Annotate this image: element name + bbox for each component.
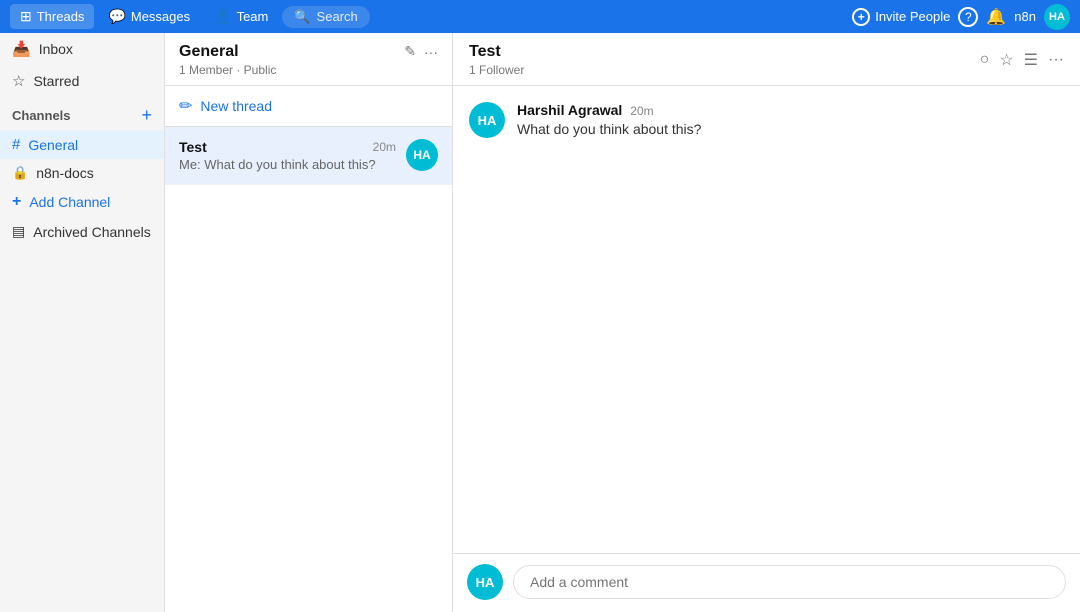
sidebar-item-archived[interactable]: ▤ Archived Channels: [0, 217, 164, 246]
channel-meta: 1 Member · Public: [179, 63, 276, 77]
add-channel-item[interactable]: + Add Channel: [0, 187, 164, 217]
channels-header: Channels +: [0, 97, 164, 130]
message-row: HA Harshil Agrawal 20m What do you think…: [469, 102, 1064, 138]
thread-header: Test 1 Follower ○ ☆ ☰ ···: [453, 33, 1080, 86]
compose-icon: ✏: [179, 96, 192, 116]
search-icon: 🔍: [294, 9, 310, 25]
lock-icon: 🔒: [12, 165, 28, 181]
right-panel: Test 1 Follower ○ ☆ ☰ ··· HA Harshil Agr…: [453, 33, 1080, 612]
notifications-button[interactable]: 🔔: [986, 7, 1006, 27]
middle-panel: General 1 Member · Public ✎ ··· ✏ New th…: [165, 33, 453, 612]
nav-team-label: Team: [237, 9, 269, 24]
starred-label: Starred: [33, 73, 79, 89]
bell-icon: 🔔: [986, 9, 1006, 26]
search-bar[interactable]: 🔍 Search: [282, 6, 369, 28]
user-avatar[interactable]: HA: [1044, 4, 1070, 30]
thread-preview: Me: What do you think about this?: [179, 157, 396, 172]
n8n-docs-label: n8n-docs: [36, 165, 94, 181]
comment-area: HA: [453, 553, 1080, 612]
sidebar-item-general[interactable]: # General: [0, 130, 164, 159]
help-icon: ?: [958, 7, 978, 27]
topnav-right: + Invite People ? 🔔 n8n HA: [852, 4, 1070, 30]
thread-header-actions: ○ ☆ ☰ ···: [980, 50, 1064, 70]
main-layout: 📥 Inbox ☆ Starred Channels + # General 🔒…: [0, 33, 1080, 612]
archive-icon: ▤: [12, 223, 25, 240]
invite-label: Invite People: [875, 9, 950, 24]
channels-heading: Channels: [12, 108, 71, 123]
threads-icon: ⊞: [20, 8, 32, 25]
commenter-avatar: HA: [467, 564, 503, 600]
thread-more-icon[interactable]: ···: [1048, 51, 1064, 69]
invite-icon: +: [852, 8, 870, 26]
sidebar-item-inbox[interactable]: 📥 Inbox: [0, 33, 164, 65]
new-thread-label: New thread: [200, 98, 272, 114]
new-thread-button[interactable]: ✏ New thread: [165, 86, 452, 127]
notes-icon[interactable]: ☰: [1024, 50, 1038, 70]
thread-time: 20m: [373, 140, 396, 154]
inbox-icon: 📥: [12, 40, 31, 58]
nav-threads-label: Threads: [37, 9, 85, 24]
search-label: Search: [317, 9, 358, 24]
thread-name: Test: [179, 139, 207, 155]
help-button[interactable]: ?: [958, 7, 978, 27]
thread-avatar: HA: [406, 139, 438, 171]
thread-item-test[interactable]: Test 20m Me: What do you think about thi…: [165, 127, 452, 185]
message-avatar: HA: [469, 102, 505, 138]
messages-icon: 💬: [108, 8, 125, 25]
circle-icon[interactable]: ○: [980, 51, 990, 69]
message-time: 20m: [630, 104, 653, 118]
nav-team[interactable]: 👤 Team: [204, 4, 278, 29]
thread-list: Test 20m Me: What do you think about thi…: [165, 127, 452, 612]
user-name: n8n: [1014, 9, 1036, 24]
sidebar-item-n8n-docs[interactable]: 🔒 n8n-docs: [0, 159, 164, 187]
channel-title: General: [179, 43, 276, 61]
message-author: Harshil Agrawal: [517, 102, 622, 118]
inbox-label: Inbox: [39, 41, 73, 57]
message-text: What do you think about this?: [517, 121, 1064, 137]
edit-icon[interactable]: ✎: [404, 43, 416, 60]
team-icon: 👤: [214, 8, 231, 25]
more-icon[interactable]: ···: [424, 44, 438, 60]
thread-header-sub: 1 Follower: [469, 63, 524, 77]
add-channel-label: Add Channel: [29, 194, 110, 210]
topnav-left: ⊞ Threads 💬 Messages 👤 Team 🔍 Search: [10, 4, 370, 29]
channel-header-actions: ✎ ···: [404, 43, 438, 60]
channel-header: General 1 Member · Public ✎ ···: [165, 33, 452, 86]
plus-icon: +: [12, 193, 21, 211]
thread-header-title: Test: [469, 43, 524, 61]
messages-area: HA Harshil Agrawal 20m What do you think…: [453, 86, 1080, 553]
star-icon: ☆: [12, 72, 25, 90]
archived-label: Archived Channels: [33, 224, 151, 240]
add-channel-button[interactable]: +: [141, 105, 152, 126]
sidebar: 📥 Inbox ☆ Starred Channels + # General 🔒…: [0, 33, 165, 612]
nav-messages[interactable]: 💬 Messages: [98, 4, 200, 29]
sidebar-item-starred[interactable]: ☆ Starred: [0, 65, 164, 97]
nav-messages-label: Messages: [131, 9, 190, 24]
general-label: General: [28, 137, 78, 153]
star-thread-icon[interactable]: ☆: [999, 50, 1013, 70]
comment-input[interactable]: [513, 565, 1066, 599]
invite-people-button[interactable]: + Invite People: [852, 8, 950, 26]
topnav: ⊞ Threads 💬 Messages 👤 Team 🔍 Search + I…: [0, 0, 1080, 33]
nav-threads[interactable]: ⊞ Threads: [10, 4, 94, 29]
hash-icon: #: [12, 136, 20, 153]
